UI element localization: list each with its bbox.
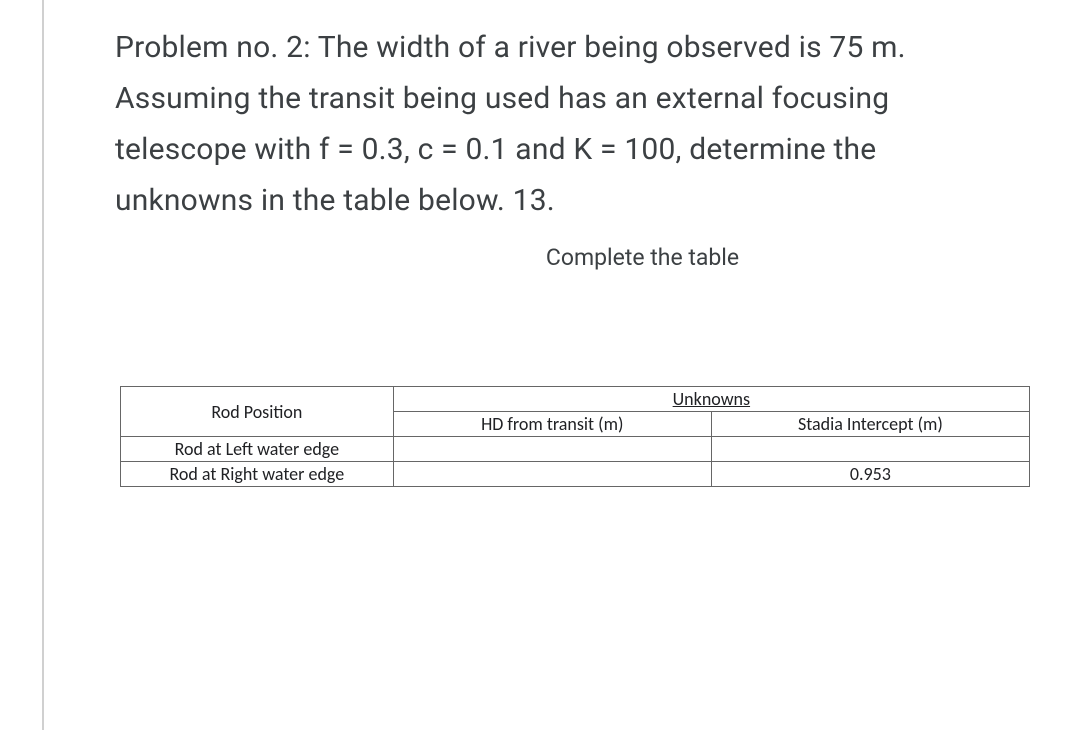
table-row: Rod at Right water edge 0.953 — [121, 462, 1030, 487]
cell-stadia-right: 0.953 — [711, 462, 1029, 487]
unknowns-table: Rod Position Unknowns HD from transit (m… — [120, 386, 1030, 487]
table-row: Rod at Left water edge — [121, 437, 1030, 462]
page-content: Problem no. 2: The width of a river bein… — [0, 0, 1080, 487]
table-header-row-1: Rod Position Unknowns — [121, 387, 1030, 412]
header-hd: HD from transit (m) — [393, 412, 711, 437]
header-stadia: Stadia Intercept (m) — [711, 412, 1029, 437]
cell-hd-right — [393, 462, 711, 487]
cell-position-left: Rod at Left water edge — [121, 437, 394, 462]
header-rod-position: Rod Position — [121, 387, 394, 437]
page-left-margin — [42, 0, 44, 730]
table-container: Rod Position Unknowns HD from transit (m… — [120, 386, 1030, 487]
problem-statement: Problem no. 2: The width of a river bein… — [115, 22, 1020, 226]
cell-hd-left — [393, 437, 711, 462]
cell-stadia-left — [711, 437, 1029, 462]
header-unknowns: Unknowns — [393, 387, 1029, 412]
table-instruction: Complete the table — [265, 244, 1020, 271]
cell-position-right: Rod at Right water edge — [121, 462, 394, 487]
